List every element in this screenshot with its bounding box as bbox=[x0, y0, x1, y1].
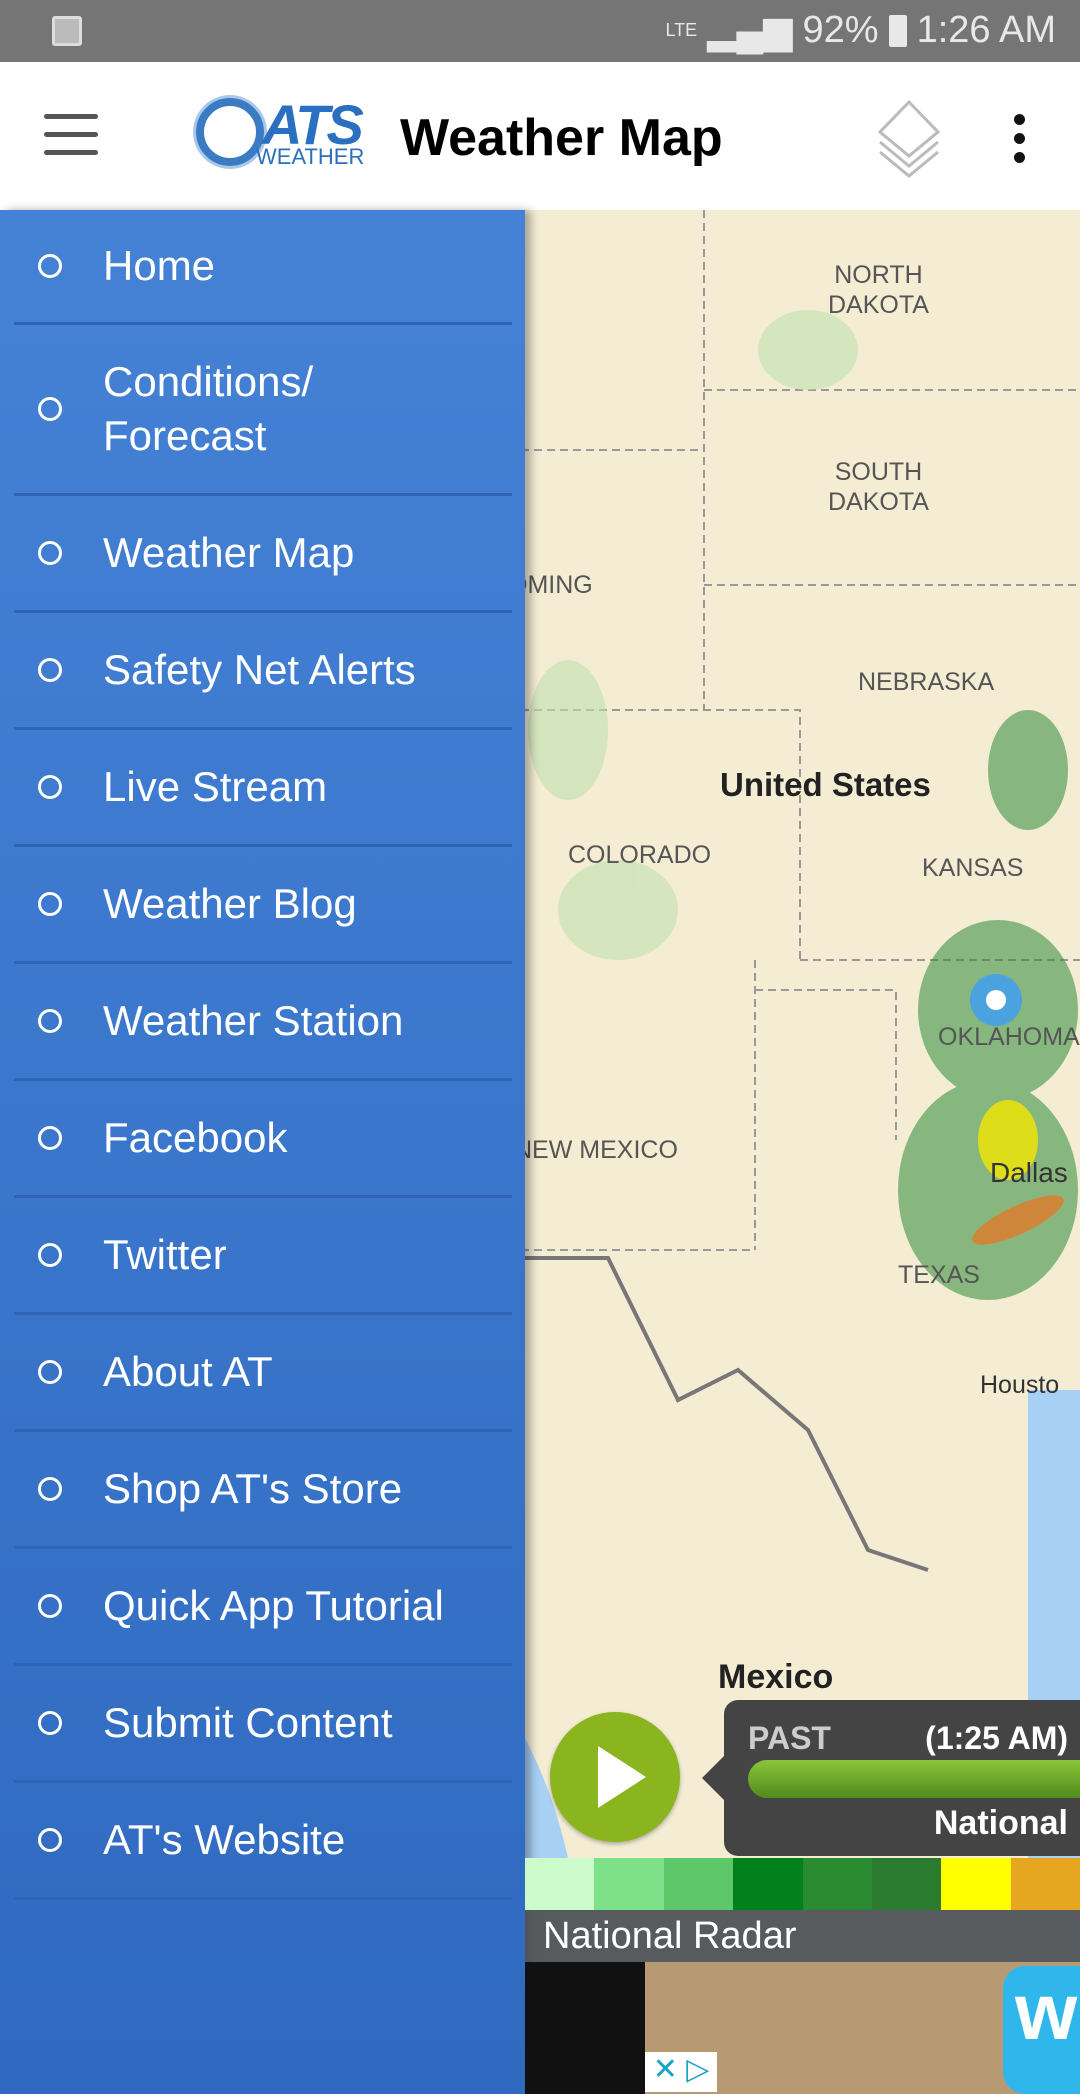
bullet-icon bbox=[38, 1126, 62, 1150]
gallery-notification-icon bbox=[52, 16, 82, 46]
sidebar-item-facebook[interactable]: Facebook bbox=[14, 1081, 512, 1198]
radar-legend bbox=[525, 1858, 1080, 1910]
weather-map[interactable]: NORTH DAKOTA SOUTH DAKOTA OMING NEBRASKA… bbox=[508, 210, 1080, 1858]
bullet-icon bbox=[38, 658, 62, 682]
sidebar-item-weather-blog[interactable]: Weather Blog bbox=[14, 847, 512, 964]
signal-icon: ▂▄▆ bbox=[707, 10, 793, 52]
playback-panel: PAST (1:25 AM) National bbox=[702, 1700, 1080, 1856]
network-type: LTE bbox=[665, 20, 698, 40]
sidebar-item-about[interactable]: About AT bbox=[14, 1315, 512, 1432]
bullet-icon bbox=[38, 1243, 62, 1267]
ats-weather-logo: ATS WEATHER bbox=[192, 92, 368, 174]
clock: 1:26 AM bbox=[916, 9, 1056, 51]
legend-swatch bbox=[733, 1858, 803, 1910]
bullet-icon bbox=[38, 397, 62, 421]
navigation-drawer: Home Conditions/ Forecast Weather Map Sa… bbox=[0, 210, 525, 2094]
legend-swatch bbox=[594, 1858, 664, 1910]
status-bar: LTE ▂▄▆ 92% 1:26 AM bbox=[0, 0, 1080, 62]
timeline-slider[interactable] bbox=[748, 1760, 1080, 1798]
map-label: NORTH DAKOTA bbox=[828, 261, 929, 319]
bullet-icon bbox=[38, 1828, 62, 1852]
layer-name: National bbox=[933, 1804, 1068, 1842]
sidebar-item-safety-net-alerts[interactable]: Safety Net Alerts bbox=[14, 613, 512, 730]
map-label: TEXAS bbox=[898, 1261, 980, 1289]
legend-swatch bbox=[1010, 1858, 1080, 1910]
ad-banner[interactable]: ✕ ▷ w bbox=[525, 1962, 1080, 2094]
layer-title: National Radar bbox=[525, 1910, 1080, 1962]
page-title: Weather Map bbox=[400, 109, 723, 167]
sidebar-item-tutorial[interactable]: Quick App Tutorial bbox=[14, 1549, 512, 1666]
bullet-icon bbox=[38, 254, 62, 278]
bullet-icon bbox=[38, 1009, 62, 1033]
map-label: SOUTH DAKOTA bbox=[828, 458, 929, 516]
frame-time: (1:25 AM) bbox=[925, 1720, 1068, 1756]
sidebar-item-website[interactable]: AT's Website bbox=[14, 1783, 512, 1900]
battery-icon bbox=[888, 14, 907, 47]
sidebar-item-submit-content[interactable]: Submit Content bbox=[14, 1666, 512, 1783]
sidebar-item-home[interactable]: Home bbox=[14, 210, 512, 325]
app-bar: ATS WEATHER Weather Map bbox=[0, 62, 1080, 210]
bullet-icon bbox=[38, 1360, 62, 1384]
bullet-icon bbox=[38, 1477, 62, 1501]
map-label: Dallas bbox=[990, 1157, 1068, 1188]
map-label: KANSAS bbox=[922, 854, 1024, 882]
ad-brand-logo: w bbox=[1003, 1966, 1080, 2094]
sidebar-item-weather-map[interactable]: Weather Map bbox=[14, 496, 512, 613]
more-options-icon[interactable] bbox=[1014, 114, 1030, 171]
map-label: NEBRASKA bbox=[858, 668, 995, 696]
past-label: PAST bbox=[748, 1720, 831, 1756]
sidebar-item-live-stream[interactable]: Live Stream bbox=[14, 730, 512, 847]
sidebar-item-shop[interactable]: Shop AT's Store bbox=[14, 1432, 512, 1549]
map-label: Housto bbox=[980, 1371, 1060, 1399]
bullet-icon bbox=[38, 892, 62, 916]
legend-swatch bbox=[871, 1858, 942, 1910]
sidebar-item-conditions-forecast[interactable]: Conditions/ Forecast bbox=[14, 325, 512, 496]
legend-swatch bbox=[525, 1858, 595, 1910]
layers-icon[interactable] bbox=[876, 98, 942, 178]
bullet-icon bbox=[38, 541, 62, 565]
map-label: NEW MEXICO bbox=[514, 1136, 678, 1164]
bullet-icon bbox=[38, 1594, 62, 1618]
battery-percent: 92% bbox=[802, 9, 879, 51]
play-button[interactable] bbox=[550, 1712, 680, 1842]
map-label: Mexico bbox=[718, 1658, 834, 1696]
map-label: United States bbox=[720, 766, 931, 803]
bullet-icon bbox=[38, 775, 62, 799]
bullet-icon bbox=[38, 1711, 62, 1735]
legend-swatch bbox=[941, 1858, 1011, 1910]
ad-choices-icon[interactable]: ✕ ▷ bbox=[645, 2052, 717, 2092]
sidebar-item-weather-station[interactable]: Weather Station bbox=[14, 964, 512, 1081]
menu-icon[interactable] bbox=[44, 114, 98, 156]
map-label: COLORADO bbox=[568, 841, 712, 869]
legend-swatch bbox=[802, 1858, 872, 1910]
sidebar-item-twitter[interactable]: Twitter bbox=[14, 1198, 512, 1315]
map-label: OKLAHOMA bbox=[938, 1023, 1080, 1051]
legend-swatch bbox=[663, 1858, 734, 1910]
